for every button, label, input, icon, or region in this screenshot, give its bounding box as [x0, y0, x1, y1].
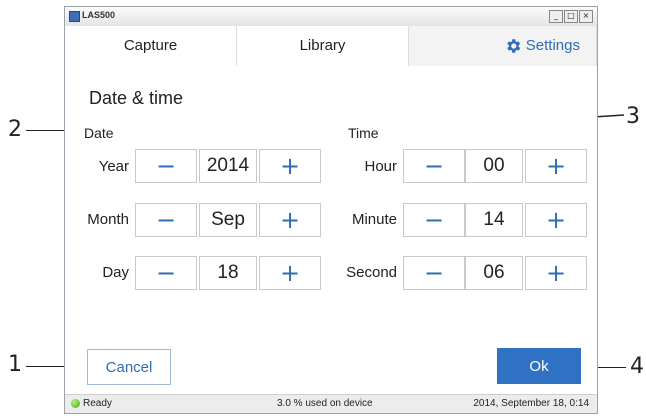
tab-settings-label: Settings — [525, 37, 580, 54]
callout-2: 2 — [8, 117, 22, 142]
hour-increment-button[interactable]: + — [525, 149, 587, 183]
callout-1: 1 — [8, 352, 22, 377]
status-datetime: 2014, September 18, 0:14 — [473, 398, 589, 409]
ok-button[interactable]: Ok — [497, 348, 581, 384]
hour-label: Hour — [364, 158, 397, 175]
settings-panel: Date & time Date Time Year − 2014 + Mont… — [65, 66, 597, 396]
month-value: Sep — [199, 203, 257, 237]
time-group-label: Time — [348, 125, 379, 141]
second-decrement-button[interactable]: − — [403, 256, 465, 290]
day-value: 18 — [199, 256, 257, 290]
minute-value: 14 — [465, 203, 523, 237]
month-label: Month — [87, 211, 129, 228]
tab-bar: Capture Library Settings — [65, 26, 597, 66]
day-increment-button[interactable]: + — [259, 256, 321, 290]
day-label: Day — [102, 264, 129, 281]
minimize-button[interactable]: _ — [549, 10, 563, 23]
callout-4: 4 — [630, 354, 644, 379]
year-decrement-button[interactable]: − — [135, 149, 197, 183]
tab-capture[interactable]: Capture — [65, 26, 237, 66]
status-ready-text: Ready — [83, 398, 112, 409]
tab-library[interactable]: Library — [237, 26, 409, 66]
minute-label: Minute — [351, 211, 397, 228]
ready-status-icon — [71, 399, 80, 408]
maximize-button[interactable]: □ — [564, 10, 578, 23]
tab-settings[interactable]: Settings — [409, 26, 597, 66]
second-label: Second — [346, 264, 397, 281]
hour-decrement-button[interactable]: − — [403, 149, 465, 183]
year-label: Year — [98, 158, 129, 175]
callout-3: 3 — [626, 104, 640, 129]
storage-usage-text: 3.0 % used on device — [277, 398, 373, 409]
window-controls: _ □ × — [549, 10, 593, 23]
second-value: 06 — [465, 256, 523, 290]
app-icon — [69, 11, 80, 22]
minute-increment-button[interactable]: + — [525, 203, 587, 237]
page-title: Date & time — [89, 88, 184, 108]
close-button[interactable]: × — [579, 10, 593, 23]
cancel-button[interactable]: Cancel — [87, 349, 171, 385]
year-increment-button[interactable]: + — [259, 149, 321, 183]
gear-icon — [507, 39, 520, 53]
month-decrement-button[interactable]: − — [135, 203, 197, 237]
app-window: LAS500 _ □ × Capture Library Settings Da… — [64, 6, 598, 414]
month-increment-button[interactable]: + — [259, 203, 321, 237]
minute-decrement-button[interactable]: − — [403, 203, 465, 237]
title-bar: LAS500 _ □ × — [65, 7, 597, 27]
second-increment-button[interactable]: + — [525, 256, 587, 290]
year-value: 2014 — [199, 149, 257, 183]
day-decrement-button[interactable]: − — [135, 256, 197, 290]
hour-value: 00 — [465, 149, 523, 183]
status-bar: Ready 3.0 % used on device 2014, Septemb… — [65, 394, 597, 413]
window-title: LAS500 — [82, 10, 116, 20]
date-group-label: Date — [84, 125, 114, 141]
